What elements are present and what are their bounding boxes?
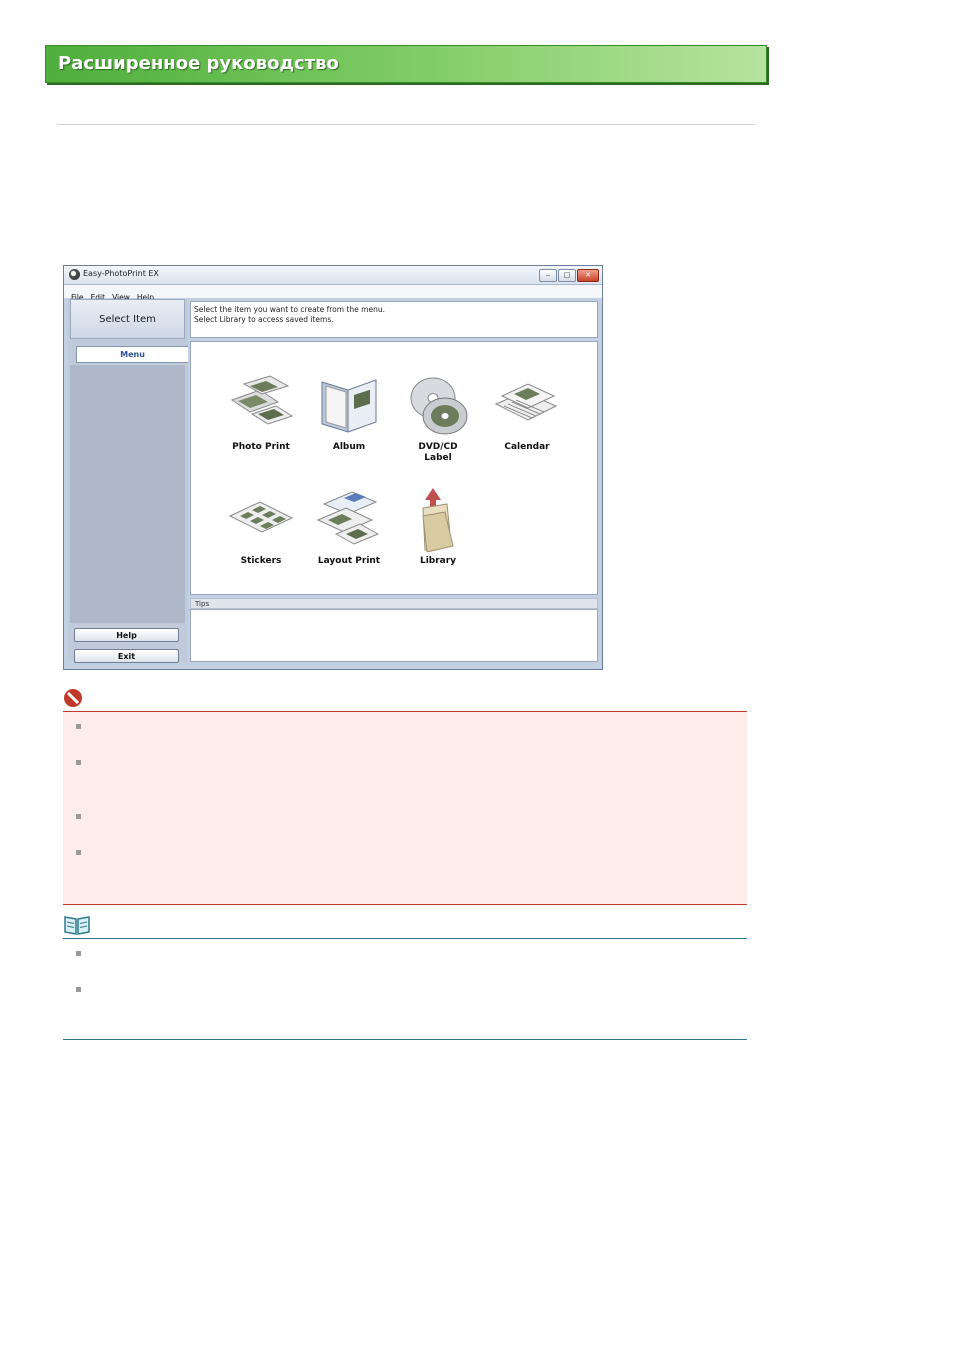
- tips-area: [190, 609, 598, 662]
- item-menu-area: Photo Print Album DVD/CD Label Calendar …: [190, 341, 598, 595]
- bullet: [76, 814, 81, 819]
- library-icon: [403, 486, 473, 553]
- menu-bar: File Edit View Help: [64, 285, 602, 302]
- bullet: [76, 850, 81, 855]
- bullet: [76, 724, 81, 729]
- instruction-panel: Select the item you want to create from …: [190, 301, 598, 338]
- item-label: Library: [419, 556, 457, 566]
- item-label: Calendar: [504, 442, 550, 452]
- item-label: Photo Print: [232, 442, 290, 452]
- photo-print-icon: [226, 372, 296, 438]
- instruction-line: Select the item you want to create from …: [194, 305, 385, 314]
- note-divider: [63, 938, 747, 939]
- minimize-button[interactable]: ‒: [539, 269, 557, 282]
- layout-print-icon: [314, 486, 384, 552]
- sidebar-panel: [70, 365, 185, 623]
- help-button[interactable]: Help: [74, 628, 179, 642]
- caution-box: [63, 711, 747, 905]
- banner-title: Расширенное руководство: [58, 53, 339, 74]
- tab-menu[interactable]: Menu: [76, 346, 188, 363]
- exit-button[interactable]: Exit: [74, 649, 179, 663]
- item-layout-print[interactable]: Layout Print: [309, 486, 389, 567]
- item-label: Stickers: [240, 556, 282, 566]
- divider: [57, 124, 755, 125]
- item-album[interactable]: Album: [309, 372, 389, 453]
- manual-banner: Расширенное руководство: [45, 45, 767, 83]
- bullet: [76, 987, 81, 992]
- note-book-icon: [63, 914, 91, 936]
- instruction-line: Select Library to access saved items.: [194, 315, 334, 324]
- item-library[interactable]: Library: [398, 486, 478, 567]
- app-icon: [69, 269, 80, 280]
- close-button[interactable]: ✕: [577, 269, 599, 282]
- item-label: Album: [332, 442, 366, 452]
- album-icon: [314, 372, 384, 438]
- calendar-icon: [492, 372, 562, 438]
- select-item-heading: Select Item: [70, 299, 185, 339]
- item-photo-print[interactable]: Photo Print: [221, 372, 301, 453]
- title-bar: Easy-PhotoPrint EX ‒ □ ✕: [64, 266, 602, 285]
- item-label: Layout Print: [317, 556, 381, 566]
- note-end-divider: [63, 1039, 747, 1040]
- caution-icon: [63, 688, 83, 708]
- window-title: Easy-PhotoPrint EX: [83, 269, 159, 278]
- bullet: [76, 951, 81, 956]
- stickers-icon: [226, 486, 296, 552]
- item-stickers[interactable]: Stickers: [221, 486, 301, 567]
- bullet: [76, 760, 81, 765]
- item-calendar[interactable]: Calendar: [487, 372, 567, 453]
- sidebar: Select Item Menu Help Exit: [68, 299, 188, 663]
- maximize-button[interactable]: □: [558, 269, 576, 282]
- item-label: DVD/CD Label: [418, 442, 458, 463]
- disc-label-icon: [403, 372, 473, 438]
- tips-header: Tips: [190, 598, 598, 609]
- item-dvd-cd-label[interactable]: DVD/CD Label: [398, 372, 478, 464]
- app-window: Easy-PhotoPrint EX ‒ □ ✕ File Edit View Hel…: [63, 265, 603, 670]
